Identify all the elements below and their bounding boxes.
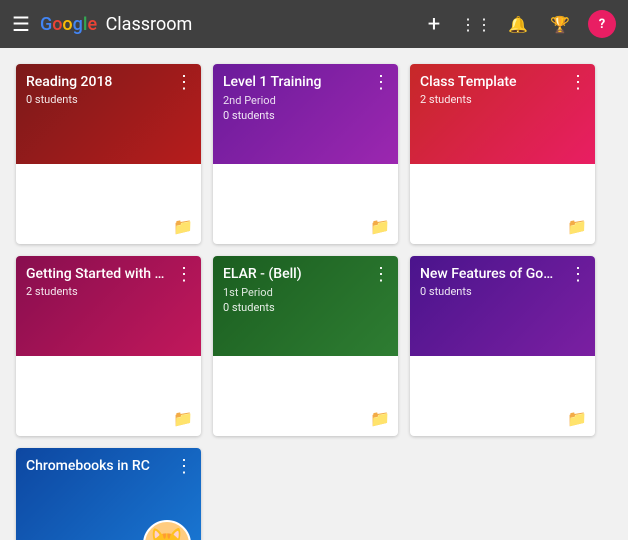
chromebook-header: Chromebooks in RC ⋮ 🐱 [16, 448, 201, 540]
card-more-button[interactable]: ⋮ [368, 262, 394, 288]
class-card-new-features[interactable]: New Features of Googl... 0 students ⋮ 📁 [410, 256, 595, 436]
folder-icon[interactable]: 📁 [370, 409, 390, 428]
card-body: 📁 [213, 164, 398, 244]
folder-icon[interactable]: 📁 [370, 217, 390, 236]
class-card-class-template[interactable]: Class Template 2 students ⋮ 📁 [410, 64, 595, 244]
card-title: Reading 2018 [26, 74, 166, 91]
folder-icon[interactable]: 📁 [567, 217, 587, 236]
logo-text: Google Classroom [40, 14, 192, 35]
class-card-getting-started[interactable]: Getting Started with G... 2 students ⋮ 📁 [16, 256, 201, 436]
card-more-button[interactable]: ⋮ [565, 70, 591, 96]
topbar-actions: + ⋮⋮ 🔔 🏆 ? [420, 10, 616, 38]
card-header: Level 1 Training 2nd Period 0 students ⋮ [213, 64, 398, 164]
card-title: New Features of Googl... [420, 266, 560, 283]
card-title: Getting Started with G... [26, 266, 166, 283]
card-header: New Features of Googl... 0 students ⋮ [410, 256, 595, 356]
card-header: ELAR - (Bell) 1st Period 0 students ⋮ [213, 256, 398, 356]
card-title: Chromebooks in RC [26, 458, 166, 475]
card-students: 0 students [420, 285, 585, 298]
plus-icon: + [428, 12, 440, 37]
card-students: 0 students [26, 93, 191, 106]
card-subtitle: 1st Period [223, 286, 388, 299]
card-row-3: Chromebooks in RC ⋮ 🐱 9-25-15 Kasey Bell… [16, 448, 612, 540]
card-header: Getting Started with G... 2 students ⋮ [16, 256, 201, 356]
card-title: Class Template [420, 74, 560, 91]
card-title: Level 1 Training [223, 74, 363, 91]
class-card-reading-2018[interactable]: Reading 2018 0 students ⋮ 📁 [16, 64, 201, 244]
menu-icon[interactable]: ☰ [12, 12, 30, 36]
card-more-button[interactable]: ⋮ [171, 262, 197, 288]
class-card-elar-bell[interactable]: ELAR - (Bell) 1st Period 0 students ⋮ 📁 [213, 256, 398, 436]
folder-icon[interactable]: 📁 [173, 217, 193, 236]
card-students: 0 students [223, 301, 388, 314]
card-subtitle: 2nd Period [223, 94, 388, 107]
app-logo: Google Classroom [40, 14, 192, 35]
folder-icon[interactable]: 📁 [173, 409, 193, 428]
card-body: 📁 [213, 356, 398, 436]
card-body: 📁 [16, 164, 201, 244]
main-content: Reading 2018 0 students ⋮ 📁 Level 1 Trai… [0, 48, 628, 540]
apps-button[interactable]: ⋮⋮ [462, 10, 490, 38]
card-title: ELAR - (Bell) [223, 266, 363, 283]
user-avatar[interactable]: ? [588, 10, 616, 38]
add-button[interactable]: + [420, 10, 448, 38]
card-header: Class Template 2 students ⋮ [410, 64, 595, 164]
card-students: 0 students [223, 109, 388, 122]
topbar: ☰ Google Classroom + ⋮⋮ 🔔 🏆 ? [0, 0, 628, 48]
card-row-2: Getting Started with G... 2 students ⋮ 📁… [16, 256, 612, 436]
card-body: 📁 [410, 356, 595, 436]
card-row-1: Reading 2018 0 students ⋮ 📁 Level 1 Trai… [16, 64, 612, 244]
notifications-button[interactable]: 🔔 [504, 10, 532, 38]
card-more-button[interactable]: ⋮ [368, 70, 394, 96]
trophy-button[interactable]: 🏆 [546, 10, 574, 38]
card-students: 2 students [26, 285, 191, 298]
apps-icon: ⋮⋮ [460, 15, 492, 34]
card-body: 📁 [16, 356, 201, 436]
trophy-icon: 🏆 [550, 15, 570, 34]
avatar-emoji: 🐱 [148, 527, 185, 540]
folder-icon[interactable]: 📁 [567, 409, 587, 428]
bell-icon: 🔔 [508, 15, 528, 34]
card-more-button[interactable]: ⋮ [171, 70, 197, 96]
card-body: 📁 [410, 164, 595, 244]
card-header: Reading 2018 0 students ⋮ [16, 64, 201, 164]
card-students: 2 students [420, 93, 585, 106]
avatar: 🐱 [143, 520, 191, 540]
card-more-button[interactable]: ⋮ [565, 262, 591, 288]
class-card-chromebooks[interactable]: Chromebooks in RC ⋮ 🐱 9-25-15 Kasey Bell… [16, 448, 201, 540]
class-card-level1-training[interactable]: Level 1 Training 2nd Period 0 students ⋮… [213, 64, 398, 244]
card-more-button[interactable]: ⋮ [171, 454, 197, 480]
